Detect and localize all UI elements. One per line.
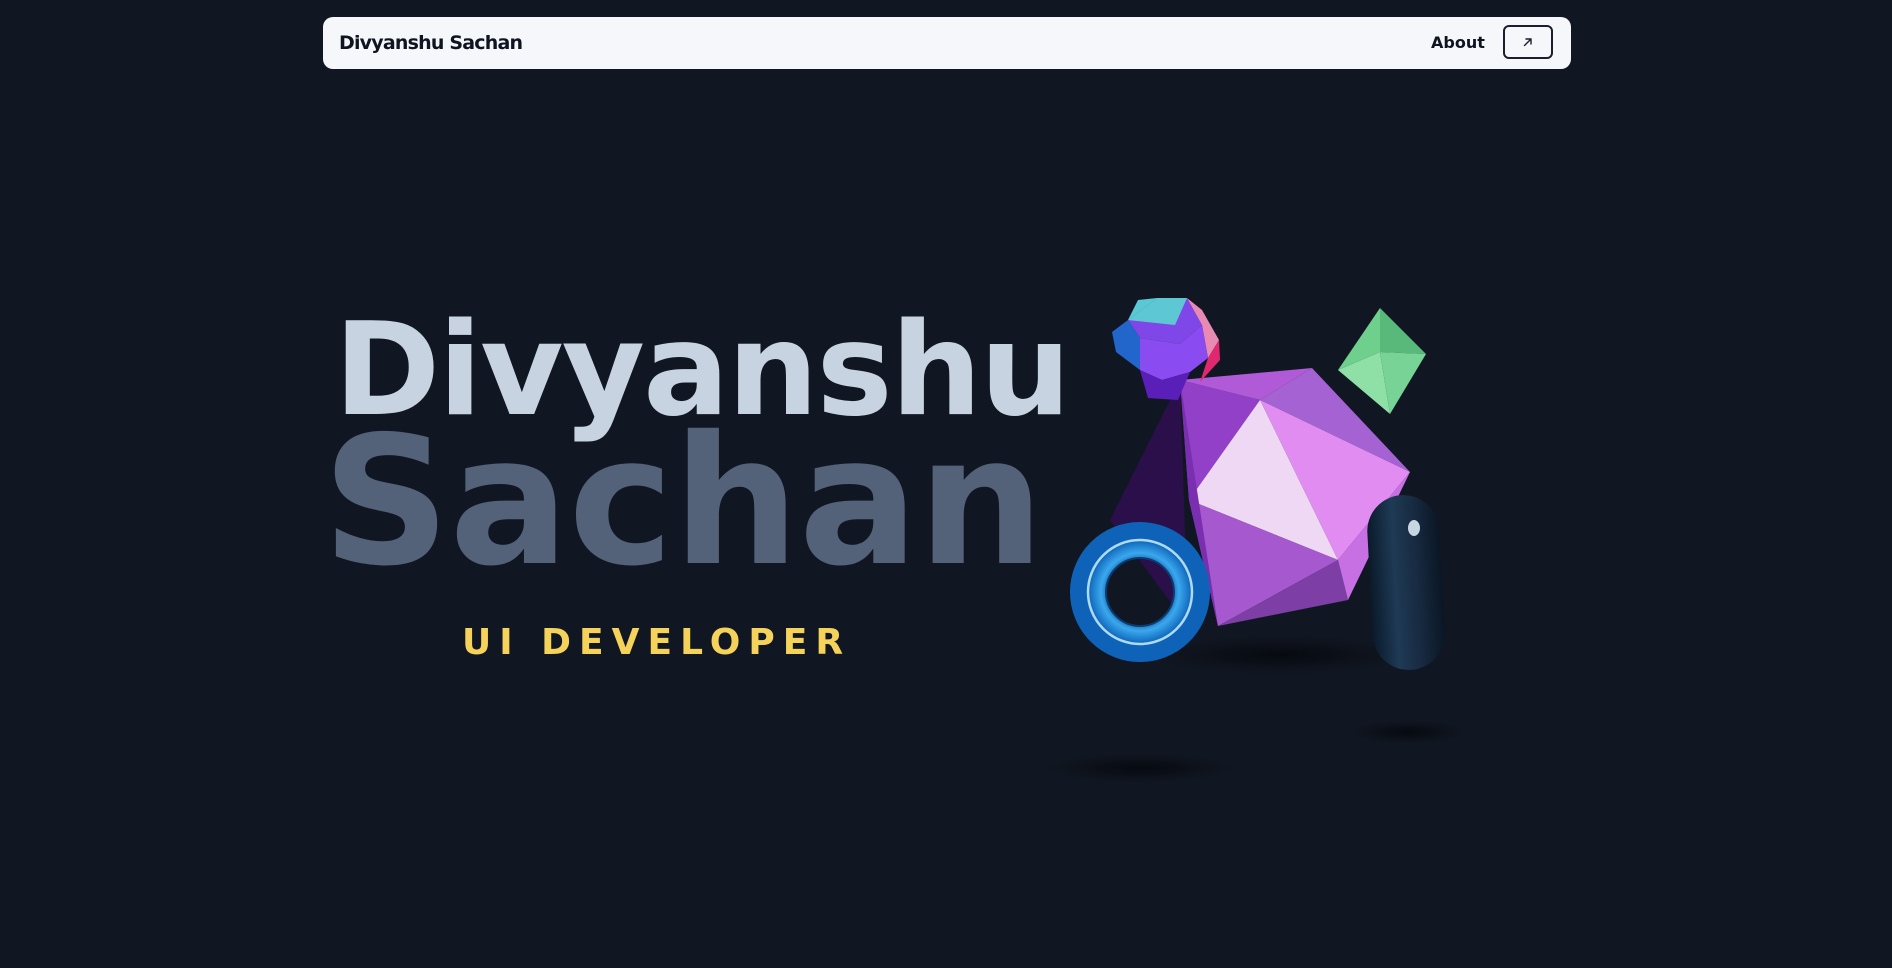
capsule-shape bbox=[1367, 495, 1445, 670]
nav-about-link[interactable]: About bbox=[1431, 17, 1485, 69]
arrow-up-right-icon bbox=[1523, 38, 1532, 47]
shadow-capsule bbox=[1348, 720, 1468, 744]
3d-shapes-illustration bbox=[1045, 298, 1468, 783]
external-link-button[interactable] bbox=[1503, 25, 1553, 59]
brand-name[interactable]: Divyanshu Sachan bbox=[339, 17, 523, 69]
shadow-torus bbox=[1045, 753, 1235, 783]
torus-shape bbox=[1070, 522, 1210, 662]
navbar: Divyanshu Sachan About bbox=[323, 17, 1571, 69]
octahedron-shape bbox=[1338, 308, 1426, 414]
icosahedron-shape bbox=[1110, 368, 1410, 626]
hero-last-name: Sachan bbox=[322, 398, 1044, 605]
hero-role: UI DEVELOPER bbox=[462, 622, 852, 663]
